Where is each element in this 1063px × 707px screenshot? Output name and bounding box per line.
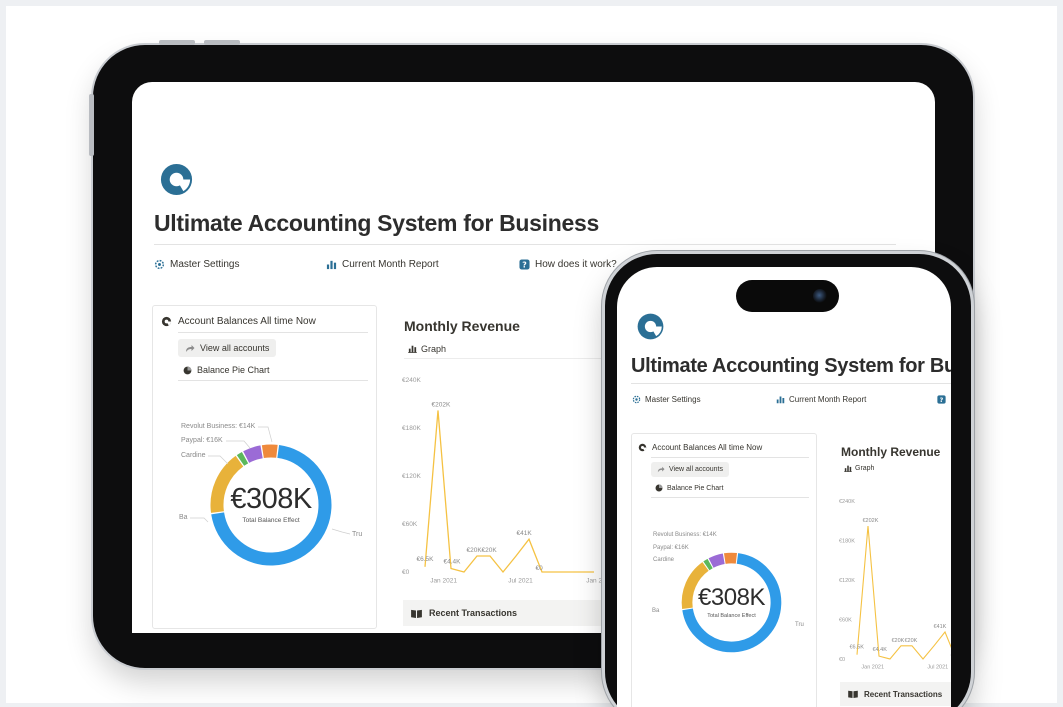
recent-transactions-header[interactable]: Recent Transactions bbox=[840, 682, 951, 706]
book-icon bbox=[411, 609, 422, 618]
y-tick-label: €240K bbox=[839, 499, 855, 505]
x-tick-label: Jan 2022 bbox=[586, 578, 607, 585]
x-tick-label: Jan 2021 bbox=[861, 665, 884, 671]
donut-slice-cardine bbox=[703, 558, 713, 571]
balances-divider bbox=[651, 497, 809, 498]
slice-leader-lines bbox=[190, 426, 351, 535]
slice-label-ba: Ba bbox=[652, 608, 660, 614]
y-tick-label: €180K bbox=[839, 539, 855, 545]
slice-label-revolut: Revolut Business: €14K bbox=[653, 532, 717, 538]
donut-center-text: €308K Total Balance Effect bbox=[689, 584, 774, 619]
x-tick-labels: Jan 2021Jul 2021Jan 2 bbox=[861, 665, 948, 671]
page-title: Ultimate Accounting System for Bu bbox=[631, 355, 951, 377]
question-icon: ? bbox=[937, 395, 946, 404]
y-tick-label: €120K bbox=[839, 578, 855, 584]
bar-chart-icon bbox=[776, 396, 785, 404]
point-label: €20K bbox=[892, 638, 905, 644]
y-tick-label: €120K bbox=[402, 473, 421, 480]
pie-chart-icon bbox=[655, 484, 663, 492]
recent-transactions-header[interactable]: Recent Transactions bbox=[403, 600, 613, 626]
monthly-revenue-title: Monthly Revenue bbox=[841, 445, 941, 459]
slice-label-cardine: Cardine bbox=[653, 557, 675, 563]
graph-view-tab[interactable]: Graph bbox=[408, 344, 446, 354]
title-divider bbox=[631, 383, 951, 384]
x-tick-label: Jan 2021 bbox=[430, 578, 457, 585]
graph-tab-underline bbox=[404, 358, 604, 359]
graph-view-tab[interactable]: Graph bbox=[844, 465, 874, 472]
view-all-accounts-button[interactable]: View all accounts bbox=[651, 462, 729, 477]
point-label: €41K bbox=[934, 624, 947, 630]
donut-slice-revolut-business bbox=[723, 552, 737, 564]
nav-current-month-report-label: Current Month Report bbox=[789, 395, 867, 404]
monthly-revenue-chart: €240K€180K€120K€60K€0 Jan 2021Jul 2021Ja… bbox=[839, 499, 952, 671]
tablet-volume-button bbox=[159, 40, 195, 45]
recent-transactions-label: Recent Transactions bbox=[429, 608, 518, 618]
phone-screen: Ultimate Accounting System for Bu Master… bbox=[617, 267, 951, 707]
recent-transactions-label: Recent Transactions bbox=[864, 689, 943, 699]
nav-how-does-it-work-label: How does it work? bbox=[535, 259, 617, 270]
nav-master-settings-label: Master Settings bbox=[645, 395, 701, 404]
app-logo-icon bbox=[637, 313, 664, 340]
point-labels: €202K €6.5K €4.4K €20K€20K €41K €0 bbox=[850, 518, 952, 659]
gear-icon bbox=[632, 395, 641, 404]
tablet-volume-button bbox=[204, 40, 240, 45]
point-label: €4.4K bbox=[444, 558, 462, 565]
point-label: €0 bbox=[536, 565, 544, 572]
nav-master-settings[interactable]: Master Settings bbox=[632, 395, 701, 404]
y-tick-label: €0 bbox=[402, 569, 410, 576]
x-tick-label: Jul 2021 bbox=[927, 665, 948, 671]
slice-label-paypal: Paypal: €16K bbox=[653, 545, 689, 551]
y-tick-labels: €240K €180K €120K €60K €0 bbox=[839, 499, 855, 663]
x-tick-labels: Jan 2021 Jul 2021 Jan 2022 bbox=[430, 578, 607, 585]
point-label: €0 bbox=[951, 653, 952, 659]
graph-view-tab-label: Graph bbox=[855, 465, 875, 472]
point-label: €20K bbox=[482, 547, 498, 554]
donut-slice-paypal bbox=[708, 553, 725, 568]
monthly-revenue-chart: €240K€180K€120K€60K€0 Jan 2021Jul 2021Ja… bbox=[402, 377, 607, 585]
point-label: €202K bbox=[863, 518, 879, 524]
svg-text:?: ? bbox=[522, 261, 527, 270]
view-all-accounts-label: View all accounts bbox=[669, 466, 723, 473]
account-balances-title-label: Account Balances All time Now bbox=[652, 443, 763, 452]
y-tick-labels: €240K €180K €120K €60K €0 bbox=[402, 377, 421, 576]
nav-how-does-it-work[interactable]: ? bbox=[937, 395, 946, 404]
book-icon bbox=[848, 690, 858, 698]
monthly-revenue-title: Monthly Revenue bbox=[404, 318, 520, 334]
y-tick-label: €180K bbox=[402, 425, 421, 432]
revenue-line bbox=[424, 410, 594, 574]
pie-chart-icon bbox=[638, 443, 647, 452]
account-balances-title: Account Balances All time Now bbox=[638, 443, 762, 452]
front-camera-icon bbox=[813, 289, 827, 303]
arrow-share-icon bbox=[657, 466, 665, 473]
y-tick-label: €60K bbox=[402, 521, 418, 528]
point-label: €4.4K bbox=[873, 647, 888, 653]
nav-how-does-it-work[interactable]: ? How does it work? bbox=[519, 259, 617, 270]
point-label: €202K bbox=[432, 401, 451, 408]
bar-chart-icon bbox=[408, 345, 417, 353]
point-label: €6.5K bbox=[417, 556, 435, 563]
point-label: €20K bbox=[905, 638, 918, 644]
question-icon: ? bbox=[519, 259, 530, 270]
point-label: €20K bbox=[467, 547, 483, 554]
slice-label-tru: Tru bbox=[795, 622, 804, 628]
point-label: €6.5K bbox=[850, 645, 865, 651]
balance-pie-chart-link[interactable]: Balance Pie Chart bbox=[655, 484, 723, 492]
y-tick-label: €60K bbox=[839, 618, 852, 624]
svg-text:?: ? bbox=[940, 396, 944, 404]
bar-chart-icon bbox=[844, 465, 852, 472]
total-balance-caption: Total Balance Effect bbox=[707, 613, 756, 619]
y-tick-label: €240K bbox=[402, 377, 421, 384]
nav-current-month-report[interactable]: Current Month Report bbox=[776, 395, 866, 404]
tablet-side-button bbox=[89, 94, 94, 156]
balance-pie-chart-label: Balance Pie Chart bbox=[667, 484, 724, 492]
x-tick-label: Jul 2021 bbox=[508, 578, 533, 585]
total-balance-value: €308K bbox=[698, 584, 765, 611]
y-tick-label: €0 bbox=[839, 657, 845, 663]
point-label: €41K bbox=[517, 530, 533, 537]
graph-view-tab-label: Graph bbox=[421, 344, 447, 354]
balances-divider bbox=[651, 457, 809, 458]
